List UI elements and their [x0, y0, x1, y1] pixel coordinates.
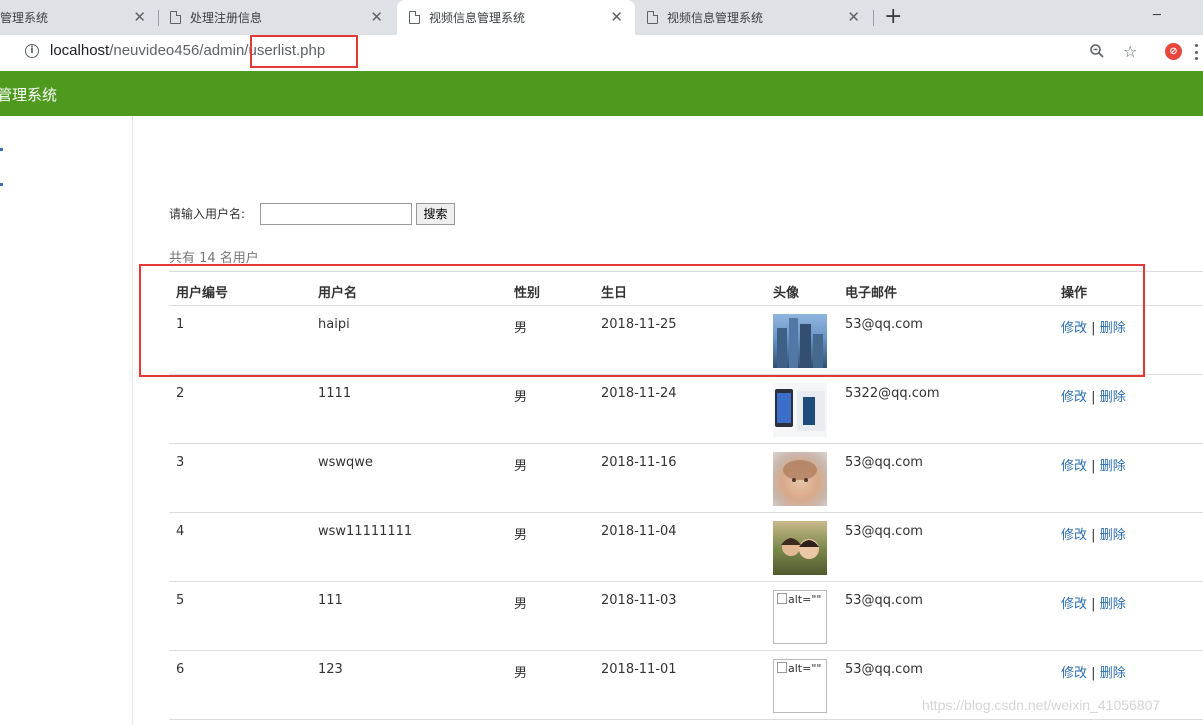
cell-username: wswqwe — [318, 455, 373, 470]
cell-id: 2 — [176, 386, 185, 401]
browser-tab-4[interactable]: 视频信息管理系统 ✕ — [636, 0, 872, 35]
actions-separator: | — [1091, 597, 1096, 612]
menu-icon[interactable] — [1195, 44, 1198, 60]
avatar-girls-image — [773, 521, 827, 575]
app-title: 管理系统 — [0, 86, 58, 104]
cell-id: 6 — [176, 662, 185, 677]
cell-id: 4 — [176, 524, 185, 539]
cell-username: wsw11111111 — [318, 524, 413, 539]
cell-gender: 男 — [514, 459, 528, 474]
cell-username: 111 — [318, 593, 343, 608]
new-tab-plus-icon[interactable]: + — [884, 5, 902, 29]
address-toolbar: i localhost/neuvideo456/admin/userlist.p… — [0, 35, 1203, 72]
cell-email: 53@qq.com — [845, 593, 923, 608]
close-icon[interactable]: ✕ — [847, 9, 860, 25]
actions-separator: | — [1091, 666, 1096, 681]
page-icon — [647, 11, 658, 24]
info-icon[interactable]: i — [25, 44, 39, 58]
cell-email: 5322@qq.com — [845, 386, 940, 401]
table-row: 2 1111 男 2018-11-24 5322@qq.com 修改 | 删除 — [169, 375, 1203, 444]
table-row: 4 wsw11111111 男 2018-11-04 53@qq.com 修改 … — [169, 513, 1203, 582]
actions-cell: 修改 | 删除 — [1061, 662, 1126, 681]
browser-tab-strip: 管理系统 ✕ 处理注册信息 ✕ 视频信息管理系统 ✕ 视频信息管理系统 ✕ + … — [0, 0, 1203, 35]
sidebar-item-1[interactable] — [0, 148, 3, 151]
cell-gender: 男 — [514, 390, 528, 405]
search-label: 请输入用户名: — [169, 207, 246, 221]
cell-gender: 男 — [514, 666, 528, 681]
page-icon — [170, 11, 181, 24]
cell-email: 53@qq.com — [845, 662, 923, 677]
delete-link[interactable]: 删除 — [1100, 459, 1126, 474]
delete-link[interactable]: 删除 — [1100, 390, 1126, 405]
highlight-box-url — [250, 35, 358, 68]
cell-email: 53@qq.com — [845, 455, 923, 470]
cell-birthday: 2018-11-16 — [601, 455, 677, 470]
cell-id: 5 — [176, 593, 185, 608]
table-row: 5 111 男 2018-11-03 alt="" 53@qq.com 修改 |… — [169, 582, 1203, 651]
close-icon[interactable]: ✕ — [610, 9, 623, 25]
app-header: 管理系统 — [0, 71, 1203, 116]
minimize-icon[interactable]: ─ — [1153, 8, 1161, 23]
delete-link[interactable]: 删除 — [1100, 528, 1126, 543]
broken-image-alt: alt="" — [777, 662, 821, 675]
actions-separator: | — [1091, 390, 1096, 405]
delete-link[interactable]: 删除 — [1100, 666, 1126, 681]
avatar-broken-image: alt="" — [773, 659, 827, 713]
table-row: 3 wswqwe 男 2018-11-16 53@qq.com 修改 | 删除 — [169, 444, 1203, 513]
tab-divider — [873, 10, 874, 26]
watermark-text: https://blog.csdn.net/weixin_41056807 — [922, 697, 1161, 713]
cell-birthday: 2018-11-04 — [601, 524, 677, 539]
browser-tab-1[interactable]: 管理系统 ✕ — [0, 0, 158, 35]
actions-separator: | — [1091, 459, 1096, 474]
edit-link[interactable]: 修改 — [1061, 666, 1087, 681]
browser-tab-3[interactable]: 视频信息管理系统 ✕ — [397, 0, 635, 35]
page-icon — [409, 11, 420, 24]
sidebar-item-2[interactable] — [0, 183, 3, 186]
extension-icon[interactable]: ⊘ — [1165, 43, 1182, 60]
tab-title: 管理系统 — [0, 11, 49, 25]
cell-username: 123 — [318, 662, 343, 677]
search-input[interactable] — [260, 203, 412, 225]
broken-image-alt: alt="" — [777, 593, 821, 606]
zoom-icon[interactable] — [1089, 43, 1105, 63]
actions-cell: 修改 | 删除 — [1061, 593, 1126, 612]
edit-link[interactable]: 修改 — [1061, 528, 1087, 543]
highlight-box-first-row — [139, 264, 1145, 377]
actions-cell: 修改 | 删除 — [1061, 386, 1126, 405]
cell-id: 3 — [176, 455, 185, 470]
sidebar — [0, 116, 133, 725]
cell-email: 53@qq.com — [845, 524, 923, 539]
actions-separator: | — [1091, 528, 1096, 543]
tab-title: 视频信息管理系统 — [667, 11, 764, 25]
delete-link[interactable]: 删除 — [1100, 597, 1126, 612]
browser-tab-2[interactable]: 处理注册信息 ✕ — [159, 0, 395, 35]
search-button[interactable]: 搜索 — [416, 203, 455, 225]
edit-link[interactable]: 修改 — [1061, 459, 1087, 474]
cell-birthday: 2018-11-01 — [601, 662, 677, 677]
cell-birthday: 2018-11-24 — [601, 386, 677, 401]
cell-username: 1111 — [318, 386, 352, 401]
edit-link[interactable]: 修改 — [1061, 390, 1087, 405]
url-host: localhost — [50, 42, 110, 59]
avatar-baby-image — [773, 452, 827, 506]
close-icon[interactable]: ✕ — [370, 9, 383, 25]
avatar-broken-image: alt="" — [773, 590, 827, 644]
actions-cell: 修改 | 删除 — [1061, 455, 1126, 474]
cell-gender: 男 — [514, 528, 528, 543]
actions-cell: 修改 | 删除 — [1061, 524, 1126, 543]
cell-birthday: 2018-11-03 — [601, 593, 677, 608]
cell-gender: 男 — [514, 597, 528, 612]
edit-link[interactable]: 修改 — [1061, 597, 1087, 612]
tab-title: 视频信息管理系统 — [429, 11, 526, 25]
tab-title: 处理注册信息 — [190, 11, 263, 25]
close-icon[interactable]: ✕ — [133, 9, 146, 25]
star-bookmark-icon[interactable]: ☆ — [1123, 43, 1137, 61]
avatar-phone-image — [773, 383, 827, 437]
